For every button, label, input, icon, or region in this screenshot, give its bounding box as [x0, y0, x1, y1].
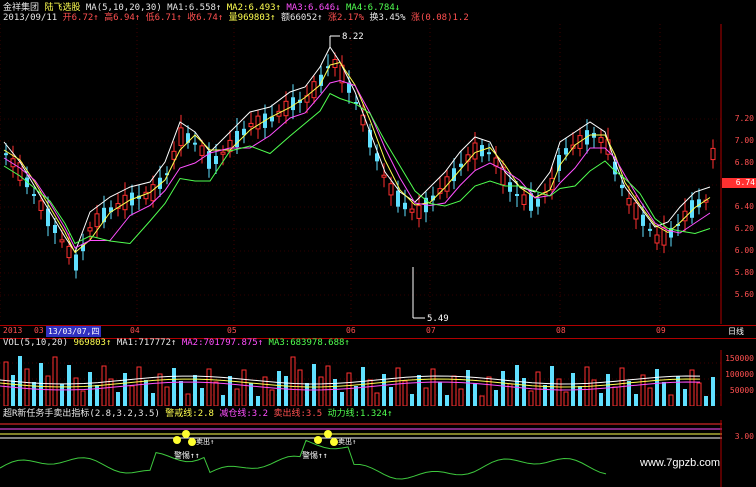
month-09-label: 09	[656, 326, 666, 335]
price-tick: 7.20	[734, 114, 754, 123]
volume-value: 969803↑	[73, 338, 112, 348]
current-price-badge: 6.74	[722, 178, 756, 188]
indicator-reduce: 减仓线:3.2	[219, 409, 269, 419]
moving-average-lines	[3, 46, 711, 254]
quote-high: 高6.94↑	[104, 13, 141, 23]
ma4-value: MA4:6.784↓	[345, 3, 401, 13]
quote-change: 涨2.17%	[327, 13, 365, 23]
quote-rise: 涨(0.08)1.2	[411, 13, 469, 23]
volume-ma2: MA2:701797.875↑	[181, 338, 264, 348]
smiley-icon	[314, 436, 322, 444]
low-marker: 5.49	[412, 267, 449, 324]
signal-label: 警惕↑↑	[302, 450, 328, 460]
price-tick: 6.20	[734, 224, 754, 233]
ma-label: MA(5,10,20,30)	[85, 3, 162, 13]
indicator-header: 超R新任务手卖出指标(2.8,3.2,3.5) 警戒线:2.8 减仓线:3.2 …	[3, 408, 393, 420]
indicator-axis: 3.00	[722, 420, 756, 487]
app-name: 金祥集团	[3, 3, 40, 13]
volume-ma3: MA3:683978.688↑	[268, 338, 350, 348]
signal-label-small: 卖出↑	[338, 437, 356, 446]
peak-marker: 8.22	[329, 32, 364, 48]
indicator-chart[interactable]: 卖出↑ 警惕↑↑ 卖出↑ 警惕↑↑	[0, 420, 722, 487]
volume-tick-50000: 50000	[729, 386, 754, 395]
month-07-label: 07	[426, 326, 436, 335]
smiley-icon	[324, 430, 332, 438]
quote-open: 开6.72↑	[62, 13, 99, 23]
month-04-label: 04	[130, 326, 140, 335]
signal-label: 警惕↑↑	[174, 450, 200, 460]
quote-bar: 2013/09/11 开6.72↑ 高6.94↑ 低6.71↑ 收6.74↑ 量…	[3, 13, 469, 24]
smiley-icon	[330, 438, 338, 446]
quote-amount: 额66052↑	[281, 13, 323, 23]
volume-tick-150000: 150000	[725, 354, 754, 363]
candles	[4, 52, 716, 279]
price-tick: 7.00	[734, 136, 754, 145]
volume-axis: 150000 100000 50000	[722, 350, 756, 406]
price-axis: 7.207.006.806.606.406.206.005.805.60 6.7…	[722, 24, 756, 324]
quote-low: 低6.71↑	[145, 13, 182, 23]
ma2-value: MA2:6.493↑	[226, 3, 281, 13]
price-tick: 5.60	[734, 290, 754, 299]
month-06-label: 06	[346, 326, 356, 335]
quote-close: 收6.74↑	[187, 13, 224, 23]
year-label: 2013	[3, 326, 23, 335]
smiley-icon	[182, 430, 190, 438]
month-05-label: 05	[227, 326, 237, 335]
price-tick: 6.00	[734, 246, 754, 255]
month-03-label: 03	[34, 326, 44, 335]
volume-header: VOL(5,10,20) 969803↑ MA1:717772↑ MA2:701…	[3, 337, 350, 349]
candlestick-chart[interactable]: 8.22 5.49	[0, 24, 722, 324]
ma3-value: MA3:6.646↓	[286, 3, 341, 13]
indicator-sell: 卖出线:3.5	[273, 409, 323, 419]
indicator-name: 超R新任务手卖出指标(2.8,3.2,3.5)	[3, 409, 160, 419]
ma1-value: MA1:6.558↑	[167, 3, 222, 13]
period-button[interactable]: 日线	[728, 326, 744, 337]
watermark: www.7gpzb.com	[640, 457, 721, 469]
price-tick: 6.80	[734, 158, 754, 167]
indicator-tick: 3.00	[734, 432, 754, 441]
volume-label: VOL(5,10,20)	[3, 338, 69, 348]
volume-ma1: MA1:717772↑	[116, 338, 177, 348]
month-08-label: 08	[556, 326, 566, 335]
quote-date: 2013/09/11	[3, 13, 58, 23]
peak-price-label: 8.22	[342, 32, 364, 42]
smiley-icon	[188, 438, 196, 446]
volume-tick-100000: 100000	[725, 370, 754, 379]
volume-chart[interactable]	[0, 350, 722, 406]
stock-name[interactable]: 陆飞选股	[44, 3, 80, 13]
indicator-warn: 警戒线:2.8	[165, 409, 214, 419]
price-tick: 5.80	[734, 268, 754, 277]
cursor-date-label: 13/03/07,四	[46, 326, 102, 337]
price-tick: 6.40	[734, 202, 754, 211]
quote-turnover: 换3.45%	[369, 13, 406, 23]
signal-label-small: 卖出↑	[196, 437, 214, 446]
smiley-icon	[173, 436, 181, 444]
quote-volume: 量969803↑	[228, 13, 276, 23]
low-price-label: 5.49	[427, 314, 449, 324]
indicator-power: 动力线:1.324↑	[327, 409, 393, 419]
